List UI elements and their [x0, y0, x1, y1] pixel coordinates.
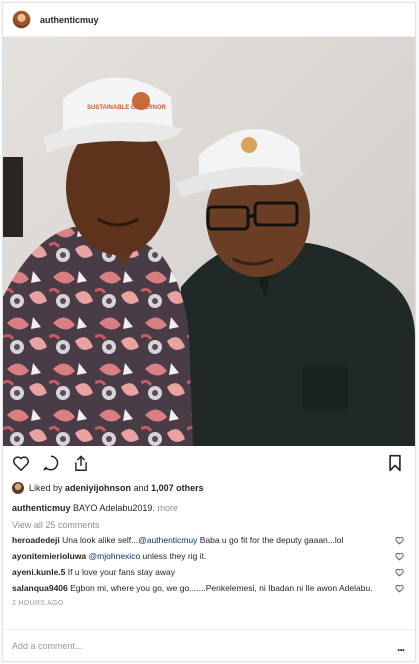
view-all-comments-link[interactable]: View all 25 comments [3, 515, 415, 532]
liker-username[interactable]: adeniyijohnson [65, 483, 131, 493]
comment-item: ayeni.kunle.5 If u love your fans stay a… [3, 564, 415, 580]
more-icon[interactable]: ... [397, 640, 405, 654]
comment-item: salanqua9406 Egbon mi, where you go, we … [3, 580, 415, 596]
comment-like-heart-icon[interactable] [395, 584, 404, 593]
bookmark-icon[interactable] [388, 454, 404, 472]
likes-connector: and [133, 483, 149, 493]
caption-username[interactable]: authenticmuy [12, 503, 71, 513]
comment-like-heart-icon[interactable] [395, 552, 404, 561]
post-timestamp[interactable]: 2 HOURS AGO [3, 596, 415, 607]
comment-item: ayonitemierioluwa @mjohnexico unless the… [3, 548, 415, 564]
caption-text: BAYO Adelabu2019. [73, 503, 155, 513]
comment-icon[interactable] [42, 454, 60, 472]
heart-icon[interactable] [12, 454, 30, 472]
photo-illustration: SUSTAINABLE GOVERNOR [3, 37, 415, 446]
comment-username[interactable]: heroadedeji [12, 535, 60, 545]
post-username[interactable]: authenticmuy [40, 15, 99, 25]
comment-like-heart-icon[interactable] [395, 568, 404, 577]
add-comment-input[interactable] [12, 640, 372, 651]
comment-text: If u love your fans stay away [67, 567, 176, 577]
comment-text: Egbon mi, where you go, we go.......Penk… [70, 583, 373, 593]
liker-avatar [12, 482, 24, 494]
post-photo[interactable]: SUSTAINABLE GOVERNOR [3, 37, 415, 446]
comment-like-heart-icon[interactable] [395, 536, 404, 545]
comment-mention[interactable]: @mjohnexico [89, 551, 141, 561]
comment-text: Una look alike self... [62, 535, 139, 545]
likes-row: Liked by adeniyijohnson and 1,007 others [3, 480, 415, 496]
comment-mention[interactable]: @authenticmuy [138, 535, 197, 545]
comment-text-after: unless they rig it. [140, 551, 207, 561]
action-bar [3, 446, 415, 480]
instagram-post: authenticmuy SUSTAINABLE GOVERNOR Liked … [2, 2, 416, 662]
comment-username[interactable]: salanqua9406 [12, 583, 68, 593]
likes-prefix: Liked by [29, 483, 63, 493]
cap-logo-text: SUSTAINABLE GOVERNOR [87, 105, 167, 111]
likes-others-count[interactable]: 1,007 others [151, 483, 204, 493]
caption-more-link[interactable]: more [157, 503, 178, 513]
comments-list: heroadedeji Una look alike self...@authe… [3, 532, 415, 596]
comment-item: heroadedeji Una look alike self...@authe… [3, 532, 415, 548]
add-comment-bar: ... [3, 629, 415, 661]
post-header: authenticmuy [3, 3, 415, 37]
comment-username[interactable]: ayonitemierioluwa [12, 551, 86, 561]
share-icon[interactable] [72, 454, 90, 472]
comment-username[interactable]: ayeni.kunle.5 [12, 567, 65, 577]
likes-text: Liked by adeniyijohnson and 1,007 others [29, 483, 204, 493]
comment-text-after: Baba u go fit for the deputy gaaan...lol [197, 535, 344, 545]
profile-avatar[interactable] [12, 10, 31, 29]
post-caption: authenticmuy BAYO Adelabu2019. more [3, 496, 415, 515]
